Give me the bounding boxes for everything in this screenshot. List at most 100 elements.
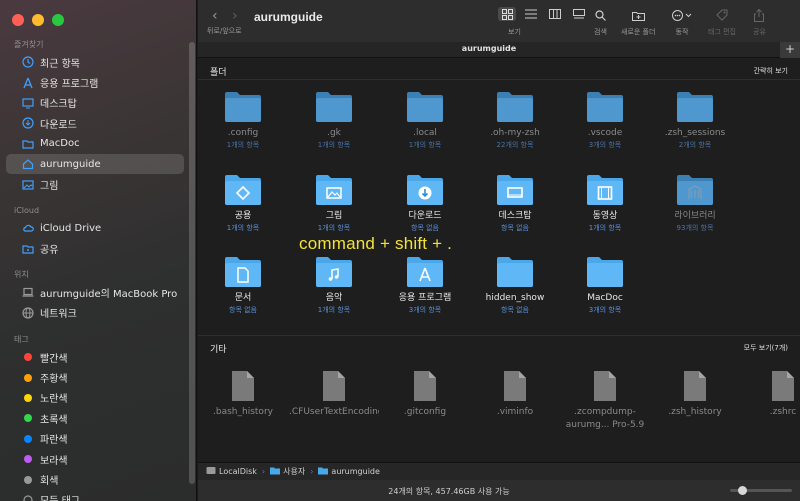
folder-icon — [470, 86, 560, 124]
file-item[interactable]: .viminfo — [470, 365, 560, 419]
tag-color-icon — [24, 373, 32, 382]
others-group-header: 기타 — [210, 345, 227, 355]
folder-item-count: 항목 없음 — [501, 224, 529, 232]
search-button[interactable]: 검색 — [594, 8, 607, 37]
folder-item[interactable]: 응용 프로그램 3개의 항목 — [380, 251, 470, 315]
sidebar-item-0[interactable]: 최근 항목 — [6, 52, 184, 72]
folder-item[interactable]: hidden_show 항목 없음 — [470, 251, 560, 315]
folder-item[interactable]: .gk 1개의 항목 — [289, 86, 379, 150]
sidebar-item-1[interactable]: 공유 — [6, 238, 184, 258]
sidebar-tag-1[interactable]: 주황색 — [6, 367, 184, 387]
folder-item[interactable]: 데스크탑항목 없음 — [470, 169, 560, 233]
sidebar-tag-3[interactable]: 초록색 — [6, 408, 184, 428]
new-tab-button[interactable]: + — [780, 42, 800, 58]
list-view-icon[interactable] — [522, 7, 540, 21]
show-all-button[interactable]: 모두 보기(7개) — [744, 343, 788, 353]
folder-name: .local — [413, 128, 437, 138]
slider-knob[interactable] — [738, 486, 747, 495]
folder-item[interactable]: .local 1개의 항목 — [380, 86, 470, 150]
path-item[interactable]: aurumguide — [318, 466, 380, 477]
folder-item[interactable]: MacDoc 3개의 항목 — [560, 251, 650, 315]
close-button[interactable] — [12, 14, 24, 26]
folder-item[interactable]: 그림 1개의 항목 — [289, 169, 379, 233]
icon-view-icon[interactable] — [498, 7, 516, 21]
folder-item[interactable]: 문서항목 없음 — [198, 251, 288, 315]
document-icon — [380, 365, 470, 403]
folder-item[interactable]: 라이브러리 93개의 항목 — [650, 169, 740, 233]
view-button[interactable]: 보기 — [508, 22, 521, 37]
icon-size-slider[interactable] — [730, 486, 792, 495]
sidebar-tag-6[interactable]: 회색 — [6, 469, 184, 489]
sidebar-tag-label: 파란색 — [40, 435, 68, 447]
favorites-section: 즐겨찾기 최근 항목 응용 프로그램 데스크탑 다운로드 MacDoc aurumguid… — [0, 38, 190, 195]
zoom-button[interactable] — [52, 14, 64, 26]
folders-collapse-button[interactable]: 간략히 보기 — [754, 66, 788, 76]
folder-item-count: 1개의 항목 — [408, 141, 442, 149]
view-label: 보기 — [508, 28, 521, 36]
folder-item-count: 1개의 항목 — [588, 224, 622, 232]
share-icon — [753, 8, 766, 22]
folder-item[interactable]: 음악 1개의 항목 — [289, 251, 379, 315]
sidebar-tag-4[interactable]: 파란색 — [6, 429, 184, 449]
column-view-icon[interactable] — [546, 7, 564, 21]
sidebar-item-1[interactable]: 네트워크 — [6, 302, 184, 322]
file-item[interactable]: .zsh_history — [650, 365, 740, 419]
folder-name: 그림 — [325, 211, 343, 221]
folder-item-count: 3개의 항목 — [588, 306, 622, 314]
tab-bar: aurumguide + — [198, 42, 800, 58]
folder-name: 문서 — [234, 293, 252, 303]
tag-edit-button[interactable]: 태그 편집 — [708, 8, 736, 37]
disk-icon — [206, 466, 219, 477]
sidebar-item-0[interactable]: aurumguide의 MacBook Pro — [6, 282, 184, 302]
sidebar-item-4[interactable]: MacDoc — [6, 134, 184, 154]
gallery-view-icon[interactable] — [570, 7, 588, 21]
file-item[interactable]: .zcompdump-aurumg... Pro-5.9 — [560, 365, 650, 432]
folder-icon — [270, 466, 283, 477]
path-item[interactable]: 사용자 — [270, 466, 305, 477]
tab-aurumguide[interactable]: aurumguide — [198, 44, 780, 53]
file-item[interactable]: .zshrc — [738, 365, 800, 419]
folder-name: 데스크탑 — [498, 211, 532, 221]
folder-name: .gk — [327, 128, 341, 138]
sidebar-item-1[interactable]: 응용 프로그램 — [6, 72, 184, 92]
tag-color-icon — [24, 393, 32, 402]
action-button[interactable]: 동작 — [672, 8, 692, 37]
folder-name: 공용 — [234, 211, 252, 221]
sidebar-tag-2[interactable]: 노란색 — [6, 388, 184, 408]
folder-item[interactable]: 다운로드 항목 없음 — [380, 169, 470, 233]
sidebar-item-0[interactable]: iCloud Drive — [6, 218, 184, 238]
sidebar-tag-5[interactable]: 보라색 — [6, 449, 184, 469]
folder-item[interactable]: 공용 1개의 항목 — [198, 169, 288, 233]
document-icon — [198, 365, 288, 403]
folder-item-count: 항목 없음 — [501, 306, 529, 314]
sidebar-tag-7[interactable]: 모든 태그 — [6, 490, 184, 501]
back-icon[interactable]: ‹ — [212, 8, 218, 24]
new-folder-button[interactable]: 새로운 폴더 — [621, 8, 655, 37]
folder-name: 라이브러리 — [674, 211, 716, 221]
sidebar-item-5[interactable]: aurumguide — [6, 153, 184, 175]
folder-name: .zsh_sessions — [664, 128, 726, 138]
forward-icon[interactable]: › — [232, 8, 238, 24]
sidebar-item-6[interactable]: 그림 — [6, 174, 184, 194]
laptop-icon — [22, 286, 34, 298]
share-button[interactable]: 공유 — [753, 8, 766, 37]
file-item[interactable]: .CFUserTextEncoding — [289, 365, 379, 419]
sidebar-item-3[interactable]: 다운로드 — [6, 113, 184, 133]
download-icon — [22, 117, 34, 129]
sidebar-tag-0[interactable]: 빨간색 — [6, 347, 184, 367]
folder-item[interactable]: 동영상 1개의 항목 — [560, 169, 650, 233]
folder-item[interactable]: .oh-my-zsh 22개의 항목 — [470, 86, 560, 150]
sidebar-item-2[interactable]: 데스크탑 — [6, 93, 184, 113]
folder-item-count: 항목 없음 — [229, 306, 257, 314]
tag-color-icon — [24, 414, 32, 423]
search-icon — [594, 8, 607, 22]
minimize-button[interactable] — [32, 14, 44, 26]
folder-item[interactable]: .config 1개의 항목 — [198, 86, 288, 150]
file-item[interactable]: .bash_history — [198, 365, 288, 419]
path-item[interactable]: LocalDisk — [206, 466, 257, 477]
sidebar-scrollbar[interactable] — [189, 42, 195, 484]
folder-item[interactable]: .zsh_sessions 2개의 항목 — [650, 86, 740, 150]
document-icon — [560, 365, 650, 403]
folder-item[interactable]: .vscode 3개의 항목 — [560, 86, 650, 150]
file-item[interactable]: .gitconfig — [380, 365, 470, 419]
